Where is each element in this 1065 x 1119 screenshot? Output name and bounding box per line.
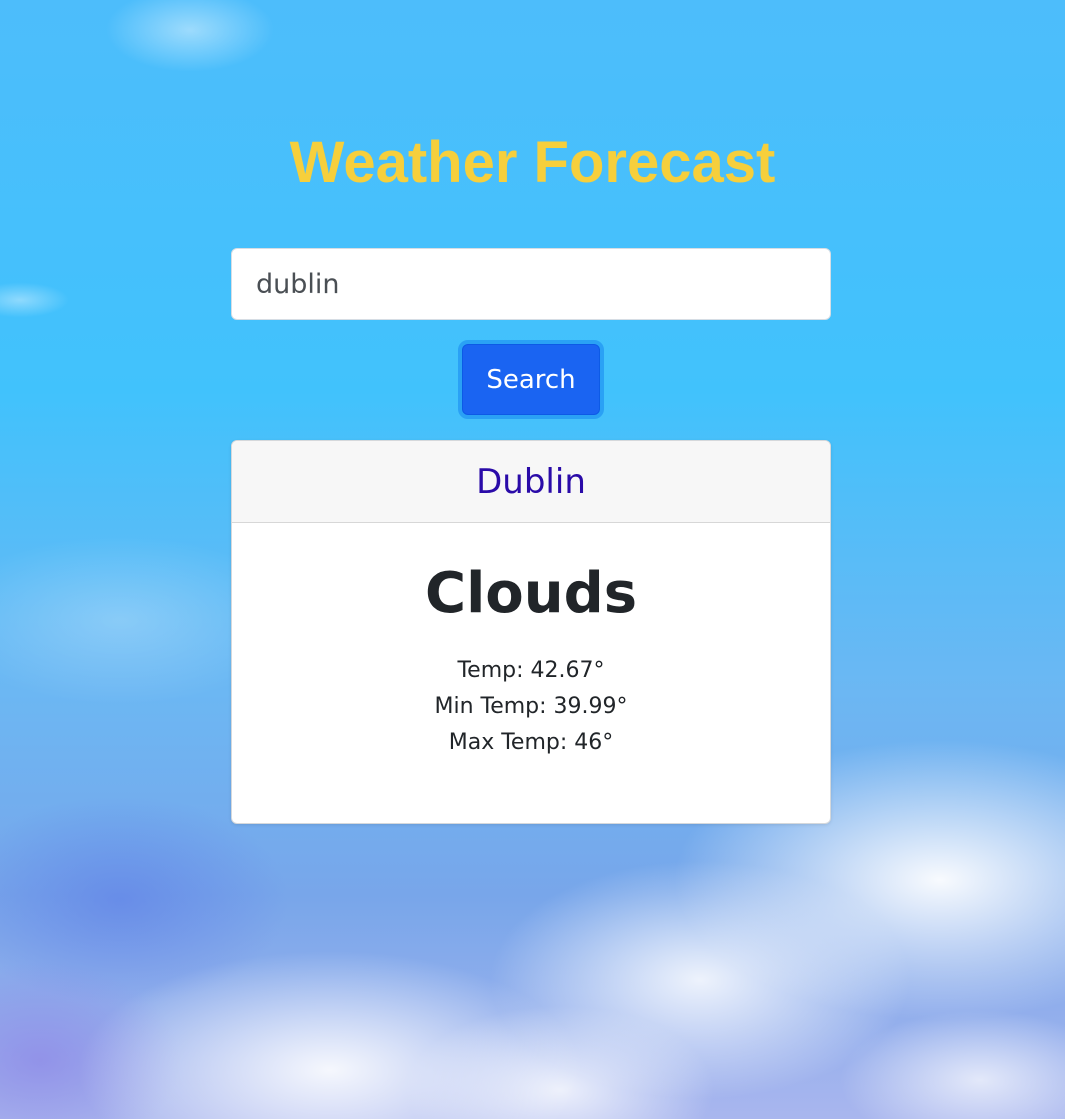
weather-card-header: Dublin <box>232 441 830 523</box>
weather-condition: Clouds <box>424 561 638 626</box>
city-search-input[interactable] <box>231 248 831 320</box>
weather-card: Dublin Clouds Temp: 42.67° Min Temp: 39.… <box>231 440 831 824</box>
city-name: Dublin <box>476 461 586 502</box>
min-temp: Min Temp: 39.99° <box>434 694 628 719</box>
page-title: Weather Forecast <box>289 130 776 195</box>
current-temp: Temp: 42.67° <box>457 658 605 683</box>
temperature-stats: Temp: 42.67° Min Temp: 39.99° Max Temp: … <box>232 653 830 761</box>
weather-card-body: Clouds Temp: 42.67° Min Temp: 39.99° Max… <box>232 559 830 761</box>
search-button[interactable]: Search <box>458 340 604 419</box>
max-temp: Max Temp: 46° <box>448 730 614 755</box>
